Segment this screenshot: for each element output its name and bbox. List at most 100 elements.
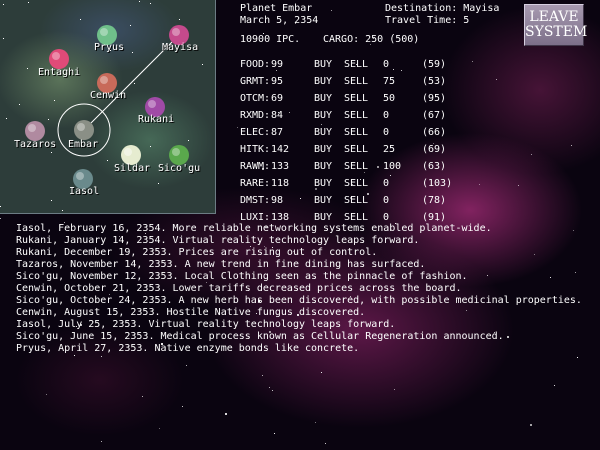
star	[101, 356, 102, 357]
commodity-code: OTCM	[240, 93, 265, 104]
commodity-price: 98	[271, 195, 284, 206]
star	[289, 112, 290, 113]
star	[237, 127, 238, 128]
planet-label: Mayisa	[162, 42, 199, 53]
buy-button[interactable]: BUY	[314, 212, 332, 223]
star	[158, 183, 159, 184]
star	[325, 443, 326, 444]
commodity-code: LUXI	[240, 212, 265, 223]
star	[0, 218, 1, 219]
cargo-held: 50	[383, 93, 396, 104]
star	[150, 146, 151, 147]
sell-button[interactable]: SELL	[344, 178, 368, 189]
buy-button[interactable]: BUY	[314, 93, 332, 104]
cargo-held: 75	[383, 76, 396, 87]
buy-button[interactable]: BUY	[314, 59, 332, 70]
cargo-held: 0	[383, 178, 390, 189]
star	[130, 25, 131, 26]
buy-button[interactable]: BUY	[314, 178, 332, 189]
separator: :	[264, 178, 271, 189]
sell-button[interactable]: SELL	[344, 127, 368, 138]
star	[577, 357, 578, 358]
sell-button[interactable]: SELL	[344, 144, 368, 155]
average-price: (78)	[422, 195, 447, 206]
star	[101, 441, 102, 442]
sell-button[interactable]: SELL	[344, 212, 368, 223]
sell-button[interactable]: SELL	[344, 195, 368, 206]
star	[110, 50, 111, 51]
average-price: (53)	[422, 76, 447, 87]
separator: :	[264, 144, 271, 155]
star	[269, 387, 270, 388]
star	[554, 385, 555, 386]
star	[479, 184, 480, 185]
sell-button[interactable]: SELL	[344, 93, 368, 104]
star	[274, 433, 275, 434]
average-price: (63)	[422, 161, 447, 172]
star	[19, 104, 20, 105]
star	[139, 1, 140, 2]
sell-button[interactable]: SELL	[344, 161, 368, 172]
credits: 10900 IPC.	[240, 34, 301, 45]
news-item: Rukani, December 19, 2353. Prices are ri…	[16, 247, 378, 258]
star	[531, 154, 532, 155]
separator: :	[264, 76, 271, 87]
news-item: Sico'gu, November 12, 2353. Local Clothi…	[16, 271, 468, 282]
planet-label: Cenwin	[90, 90, 127, 101]
buy-button[interactable]: BUY	[314, 161, 332, 172]
commodity-price: 69	[271, 93, 284, 104]
commodity-price: 95	[271, 76, 284, 87]
commodity-code: RXMD	[240, 110, 265, 121]
planet-label: Iasol	[69, 186, 100, 197]
planet-label: Pryus	[94, 42, 125, 53]
star	[0, 206, 1, 207]
star	[331, 10, 332, 11]
news-item: Pryus, April 27, 2353. Native enzyme bon…	[16, 343, 360, 354]
commodity-price: 87	[271, 127, 284, 138]
leave-system-button[interactable]: LEAVE SYSTEM	[524, 4, 588, 46]
planet-label: Entaghi	[38, 67, 81, 78]
buy-button[interactable]: BUY	[314, 76, 332, 87]
star	[46, 394, 47, 395]
planet-label: Embar	[68, 139, 99, 150]
destination: Destination: Mayisa	[385, 3, 500, 14]
separator: :	[264, 212, 271, 223]
star	[6, 118, 7, 119]
commodity-price: 138	[271, 212, 290, 223]
star-map[interactable]: Pryus Mayisa Entaghi Cenwin Rukani Tazar…	[0, 0, 216, 214]
buy-button[interactable]: BUY	[314, 195, 332, 206]
separator: :	[264, 93, 271, 104]
star	[159, 428, 160, 429]
star	[27, 68, 28, 69]
sell-button[interactable]: SELL	[344, 59, 368, 70]
star	[518, 185, 519, 186]
cargo-held: 0	[383, 59, 390, 70]
star	[179, 19, 180, 20]
news-feed: Iasol, February 16, 2354. More reliable …	[16, 223, 596, 355]
star	[225, 413, 227, 415]
buy-button[interactable]: BUY	[314, 127, 332, 138]
star	[276, 70, 277, 71]
star	[401, 70, 402, 71]
commodity-price: 142	[271, 144, 290, 155]
star	[51, 152, 52, 153]
separator: :	[264, 110, 271, 121]
cargo-held: 100	[383, 161, 402, 172]
star	[150, 3, 151, 4]
cargo-held: 0	[383, 110, 390, 121]
planet-label: Sico'gu	[158, 163, 201, 174]
buy-button[interactable]: BUY	[314, 144, 332, 155]
star	[496, 79, 497, 80]
star	[3, 38, 4, 39]
leave-button-line2: SYSTEM	[525, 24, 588, 40]
buy-button[interactable]: BUY	[314, 110, 332, 121]
separator: :	[264, 161, 271, 172]
sell-button[interactable]: SELL	[344, 110, 368, 121]
sell-button[interactable]: SELL	[344, 76, 368, 87]
separator: :	[264, 59, 271, 70]
average-price: (69)	[422, 144, 447, 155]
star	[48, 119, 49, 120]
separator: :	[264, 195, 271, 206]
star	[202, 64, 203, 65]
star	[364, 172, 365, 173]
